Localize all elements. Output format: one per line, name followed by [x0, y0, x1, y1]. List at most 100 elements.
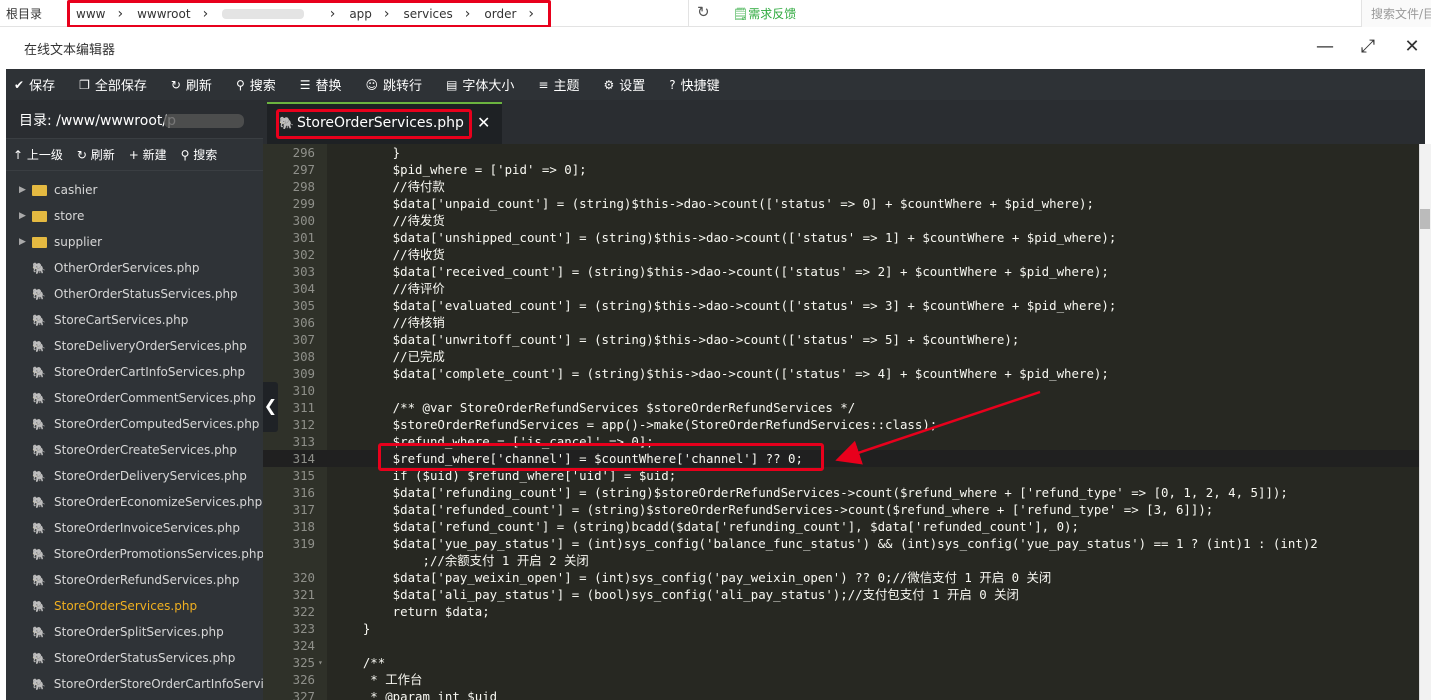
toolbar-button-7[interactable]: ≡ 主题 [538, 75, 579, 95]
breadcrumb-item[interactable]: order › [484, 6, 548, 22]
line-number: 304 [292, 281, 315, 296]
settings-icon: ⚙ [603, 77, 615, 92]
code-text: * 工作台 [333, 672, 423, 687]
toolbar-button-2[interactable]: ↻ 刷新 [170, 75, 212, 95]
chevron-right-icon: › [329, 6, 336, 22]
toolbar-button-3[interactable]: ⚲ 搜索 [236, 75, 276, 95]
file-label: StoreOrderInvoiceServices.php [54, 521, 240, 535]
file-item[interactable]: 🐘 StoreOrderRefundServices.php [6, 567, 263, 593]
close-tab-icon[interactable]: ✕ [477, 113, 490, 132]
breadcrumb-item[interactable]: www › [76, 6, 137, 22]
caret-right-icon: ▶ [19, 185, 26, 195]
line-number: 317 [292, 502, 315, 517]
code-line: 326 * 工作台 [263, 671, 1419, 688]
code-line: 302 //待收货 [263, 246, 1419, 263]
refresh-icon[interactable]: ↻ [697, 3, 710, 21]
refresh-icon: ↻ [170, 77, 181, 92]
root-dir-label[interactable]: 根目录 [6, 5, 42, 22]
feedback-link[interactable]: 🗒需求反馈 [733, 5, 796, 22]
toolbar-button-4[interactable]: ☰ 替换 [300, 75, 342, 95]
chevron-right-icon: › [464, 6, 471, 22]
toolbar-button-1[interactable]: ❐ 全部保存 [79, 75, 147, 95]
code-line: 308 //已完成 [263, 348, 1419, 365]
shortcut-icon: ? [669, 77, 676, 92]
toolbar-button-6[interactable]: ▤ 字体大小 [446, 75, 514, 95]
file-item[interactable]: 🐘 StoreOrderStatusServices.php [6, 645, 263, 671]
scrollbar-thumb[interactable] [1420, 209, 1430, 229]
chevron-left-icon: ❮ [263, 396, 278, 415]
fold-marker-icon[interactable]: ▾ [318, 654, 323, 671]
line-number: 316 [292, 485, 315, 500]
file-item[interactable]: 🐘 StoreOrderComputedServices.php [6, 411, 263, 437]
php-file-icon: 🐘 [32, 287, 46, 301]
code-text: //待评价 [333, 281, 445, 296]
code-text: //已完成 [333, 349, 445, 364]
tab-store-order-services[interactable]: 🐘 StoreOrderServices.php ✕ [267, 102, 502, 144]
file-item[interactable]: 🐘 OtherOrderServices.php [6, 255, 263, 281]
code-text: $pid_where = ['pid' => 0]; [333, 162, 587, 177]
line-number: 301 [292, 230, 315, 245]
file-item[interactable]: 🐘 StoreOrderCreateServices.php [6, 437, 263, 463]
collapse-sidebar-button[interactable]: ❮ [263, 382, 278, 432]
search-file-input[interactable]: 搜索文件/目 [1361, 0, 1431, 27]
code-text: } [333, 621, 371, 636]
code-editor[interactable]: 296 } 297 $pid_where = ['pid' => 0]; 298 /… [263, 144, 1419, 700]
file-item[interactable]: 🐘 StoreDeliveryOrderServices.php [6, 333, 263, 359]
file-item[interactable]: 🐘 StoreOrderCommentServices.php [6, 385, 263, 411]
file-item[interactable]: 🐘 StoreOrderCartInfoServices.php [6, 359, 263, 385]
file-item[interactable]: 🐘 OtherOrderStatusServices.php [6, 281, 263, 307]
close-icon[interactable]: ✕ [1400, 36, 1424, 57]
caret-right-icon: ▶ [19, 237, 26, 247]
toolbar-button-label: 快捷键 [680, 79, 720, 94]
file-item[interactable]: 🐘 StoreOrderEconomizeServices.php [6, 489, 263, 515]
php-file-icon: 🐘 [32, 391, 46, 405]
folder-label: cashier [54, 183, 98, 197]
breadcrumb-label: app [349, 7, 372, 21]
php-file-icon: 🐘 [32, 495, 46, 509]
file-item[interactable]: 🐘 StoreOrderDeliveryServices.php [6, 463, 263, 489]
toolbar-button-5[interactable]: ☺ 跳转行 [366, 75, 423, 95]
toolbar-button-8[interactable]: ⚙ 设置 [603, 75, 646, 95]
chevron-right-icon: › [117, 6, 124, 22]
folder-item[interactable]: ▶ cashier [6, 177, 263, 203]
line-number: 300 [292, 213, 315, 228]
toolbar-button-0[interactable]: ✔ 保存 [14, 75, 55, 95]
line-number: 299 [292, 196, 315, 211]
theme-icon: ≡ [538, 77, 549, 92]
breadcrumb-item[interactable]: services › [404, 6, 485, 22]
breadcrumb-item[interactable]: app › [349, 6, 403, 22]
toolbar-button-label: 设置 [619, 79, 646, 94]
divider [688, 0, 689, 27]
minimize-icon[interactable]: — [1313, 36, 1337, 57]
sidebar-tool-button[interactable]: + 新建 [129, 146, 167, 163]
file-item[interactable]: 🐘 StoreOrderInvoiceServices.php [6, 515, 263, 541]
sidebar-tool-button[interactable]: ↑ 上一级 [13, 146, 63, 163]
sidebar-tool-button[interactable]: ↻ 刷新 [77, 146, 115, 163]
code-text: $data['evaluated_count'] = (string)$this… [333, 298, 1117, 313]
php-file-icon: 🐘 [32, 417, 46, 431]
code-text: //待收货 [333, 247, 445, 262]
breadcrumb-label: www [76, 7, 106, 21]
php-file-icon: 🐘 [32, 599, 46, 613]
toolbar-button-9[interactable]: ? 快捷键 [669, 75, 720, 95]
php-file-icon: 🐘 [32, 443, 46, 457]
file-item[interactable]: 🐘 StoreCartServices.php [6, 307, 263, 333]
file-item[interactable]: 🐘 StoreOrderSplitServices.php [6, 619, 263, 645]
code-text: ;//余额支付 1 开启 2 关闭 [333, 553, 589, 568]
folder-item[interactable]: ▶ supplier [6, 229, 263, 255]
file-item[interactable]: 🐘 StoreOrderPromotionsServices.php [6, 541, 263, 567]
php-file-icon: 🐘 [32, 365, 46, 379]
folder-item[interactable]: ▶ store [6, 203, 263, 229]
code-line: 317 $data['refunded_count'] = (string)$s… [263, 501, 1419, 518]
code-line: 318 $data['refund_count'] = (string)bcad… [263, 518, 1419, 535]
code-text: $data['pay_weixin_open'] = (int)sys_conf… [333, 570, 1052, 585]
maximize-icon[interactable]: ⤢ [1356, 36, 1380, 57]
file-item[interactable]: 🐘 StoreOrderStoreOrderCartInfoServi [6, 671, 263, 697]
file-item[interactable]: 🐘 StoreOrderServices.php [6, 593, 263, 619]
breadcrumb-item[interactable]: wwwroot › [137, 6, 222, 22]
sidebar-tool-button[interactable]: ⚲ 搜索 [181, 146, 218, 163]
code-line: 296 } [263, 144, 1419, 161]
line-number: 305 [292, 298, 315, 313]
file-label: StoreOrderStatusServices.php [54, 651, 236, 665]
code-text: $data['refunded_count'] = (string)$store… [333, 502, 1214, 517]
